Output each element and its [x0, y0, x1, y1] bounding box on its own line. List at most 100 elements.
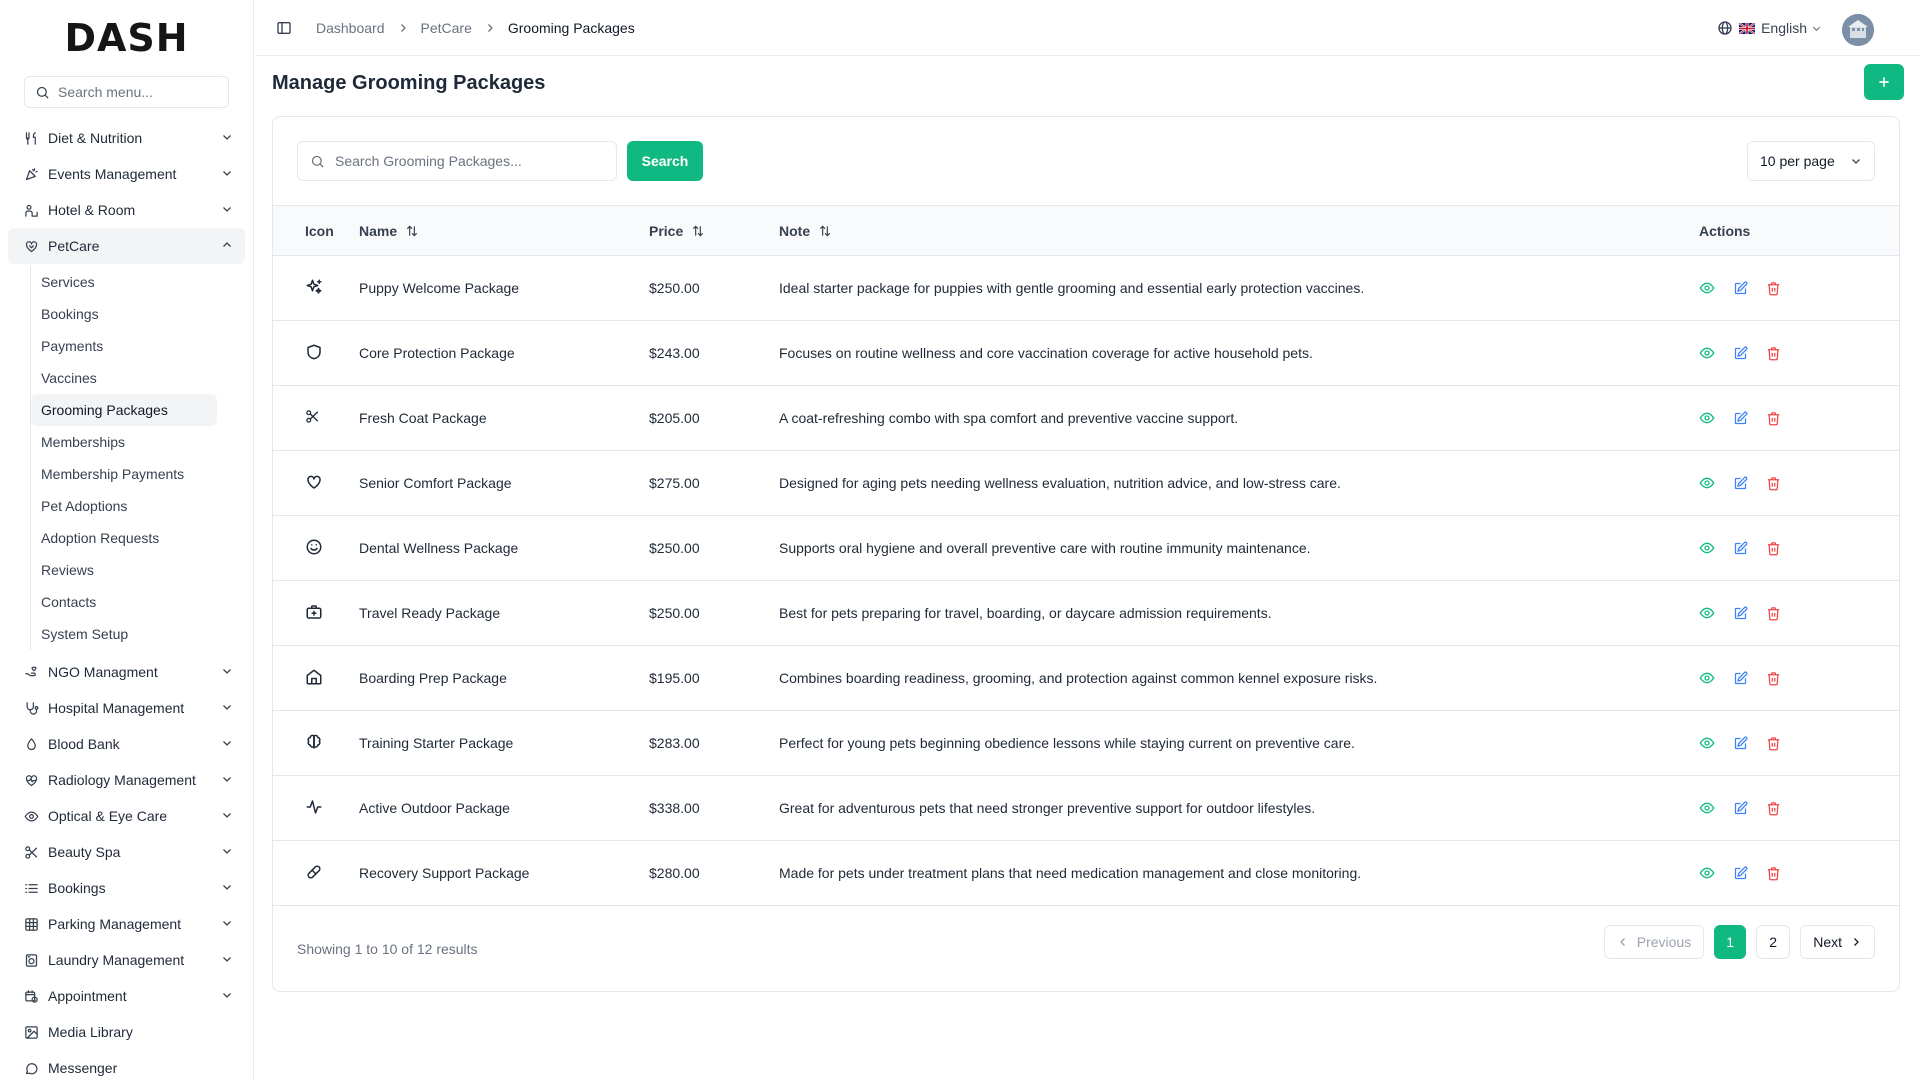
breadcrumb-dashboard[interactable]: Dashboard — [316, 20, 385, 36]
per-page-select[interactable]: 10 per page — [1747, 141, 1875, 181]
sidebar-item-diet-nutrition[interactable]: Diet & Nutrition — [8, 120, 245, 156]
delete-trash-icon[interactable] — [1766, 411, 1781, 426]
table-row: Dental Wellness Package $250.00 Supports… — [273, 516, 1899, 581]
previous-page-button[interactable]: Previous — [1603, 925, 1705, 959]
submenu-item-bookings[interactable]: Bookings — [31, 298, 217, 330]
package-note: A coat-refreshing combo with spa comfort… — [779, 410, 1239, 426]
delete-trash-icon[interactable] — [1766, 606, 1781, 621]
next-page-button[interactable]: Next — [1800, 925, 1875, 959]
search-icon — [35, 85, 50, 100]
submenu-item-vaccines[interactable]: Vaccines — [31, 362, 217, 394]
sidebar-item-optical-eye-care[interactable]: Optical & Eye Care — [8, 798, 245, 834]
view-eye-icon[interactable] — [1699, 670, 1715, 686]
delete-trash-icon[interactable] — [1766, 866, 1781, 881]
package-price: $250.00 — [649, 540, 700, 556]
view-eye-icon[interactable] — [1699, 410, 1715, 426]
sidebar-item-label: NGO Managment — [48, 664, 158, 680]
brain-icon — [305, 733, 323, 751]
package-name: Puppy Welcome Package — [359, 280, 520, 296]
edit-icon[interactable] — [1733, 801, 1748, 816]
submenu-item-system-setup[interactable]: System Setup — [31, 618, 217, 650]
edit-icon[interactable] — [1733, 346, 1748, 361]
submenu-item-memberships[interactable]: Memberships — [31, 426, 217, 458]
table-row: Senior Comfort Package $275.00 Designed … — [273, 451, 1899, 516]
sidebar-item-radiology-management[interactable]: Radiology Management — [8, 762, 245, 798]
delete-trash-icon[interactable] — [1766, 476, 1781, 491]
sort-icon[interactable] — [818, 224, 832, 238]
submenu-item-pet-adoptions[interactable]: Pet Adoptions — [31, 490, 217, 522]
breadcrumb-current: Grooming Packages — [507, 19, 635, 36]
sidebar-item-blood-bank[interactable]: Blood Bank — [8, 726, 245, 762]
breadcrumb: Dashboard PetCare Grooming Packages — [316, 20, 635, 36]
sidebar-item-beauty-spa[interactable]: Beauty Spa — [8, 834, 245, 870]
sidebar-search-input[interactable]: Search menu... — [24, 76, 229, 108]
view-eye-icon[interactable] — [1699, 345, 1715, 361]
packages-card: Search 10 per page Icon Name Price — [272, 116, 1900, 992]
delete-trash-icon[interactable] — [1766, 801, 1781, 816]
column-header-note[interactable]: Note — [779, 206, 1699, 256]
sidebar-toggle-icon[interactable] — [276, 20, 292, 36]
edit-icon[interactable] — [1733, 411, 1748, 426]
submenu-item-services[interactable]: Services — [31, 266, 217, 298]
view-eye-icon[interactable] — [1699, 605, 1715, 621]
user-avatar[interactable] — [1842, 14, 1874, 46]
globe-icon — [1717, 20, 1733, 36]
table-row: Training Starter Package $283.00 Perfect… — [273, 711, 1899, 776]
view-eye-icon[interactable] — [1699, 540, 1715, 556]
column-header-price[interactable]: Price — [649, 206, 779, 256]
package-search-input[interactable] — [335, 153, 595, 169]
sort-icon[interactable] — [691, 224, 705, 238]
delete-trash-icon[interactable] — [1766, 671, 1781, 686]
edit-icon[interactable] — [1733, 281, 1748, 296]
sidebar-item-bookings[interactable]: Bookings — [8, 870, 245, 906]
edit-icon[interactable] — [1733, 541, 1748, 556]
submenu-item-payments[interactable]: Payments — [31, 330, 217, 362]
sort-icon[interactable] — [405, 224, 419, 238]
sidebar-item-events-management[interactable]: Events Management — [8, 156, 245, 192]
submenu-item-contacts[interactable]: Contacts — [31, 586, 217, 618]
sidebar-item-ngo-managment[interactable]: NGO Managment — [8, 654, 245, 690]
sidebar-item-hospital-management[interactable]: Hospital Management — [8, 690, 245, 726]
page-2-button[interactable]: 2 — [1756, 925, 1791, 959]
view-eye-icon[interactable] — [1699, 280, 1715, 296]
heart-icon — [305, 473, 323, 491]
package-search-field[interactable] — [297, 141, 617, 181]
language-selector[interactable]: English — [1717, 20, 1822, 36]
add-package-button[interactable] — [1864, 64, 1904, 100]
search-button[interactable]: Search — [627, 141, 703, 181]
table-row: Fresh Coat Package $205.00 A coat-refres… — [273, 386, 1899, 451]
sidebar-item-media-library[interactable]: Media Library — [8, 1014, 245, 1050]
view-eye-icon[interactable] — [1699, 865, 1715, 881]
sidebar-item-messenger[interactable]: Messenger — [8, 1050, 245, 1080]
submenu-item-reviews[interactable]: Reviews — [31, 554, 217, 586]
plus-icon — [1876, 74, 1892, 90]
delete-trash-icon[interactable] — [1766, 281, 1781, 296]
edit-icon[interactable] — [1733, 606, 1748, 621]
delete-trash-icon[interactable] — [1766, 541, 1781, 556]
edit-icon[interactable] — [1733, 866, 1748, 881]
edit-icon[interactable] — [1733, 476, 1748, 491]
submenu-item-membership-payments[interactable]: Membership Payments — [31, 458, 217, 490]
page-1-button[interactable]: 1 — [1714, 925, 1747, 959]
package-price: $205.00 — [649, 410, 700, 426]
sidebar-item-hotel-room[interactable]: Hotel & Room — [8, 192, 245, 228]
view-eye-icon[interactable] — [1699, 800, 1715, 816]
edit-icon[interactable] — [1733, 736, 1748, 751]
submenu-item-adoption-requests[interactable]: Adoption Requests — [31, 522, 217, 554]
breadcrumb-petcare[interactable]: PetCare — [421, 20, 472, 36]
sidebar-item-laundry-management[interactable]: Laundry Management — [8, 942, 245, 978]
package-note: Best for pets preparing for travel, boar… — [779, 605, 1272, 621]
submenu-item-grooming-packages[interactable]: Grooming Packages — [31, 394, 217, 426]
column-header-name[interactable]: Name — [359, 206, 649, 256]
delete-trash-icon[interactable] — [1766, 346, 1781, 361]
sidebar-item-petcare[interactable]: PetCare — [8, 228, 245, 264]
calendar-clock-icon — [24, 989, 40, 1004]
sidebar-item-parking-management[interactable]: Parking Management — [8, 906, 245, 942]
utensils-icon — [24, 131, 40, 146]
logo[interactable]: DASH — [0, 0, 253, 76]
edit-icon[interactable] — [1733, 671, 1748, 686]
view-eye-icon[interactable] — [1699, 735, 1715, 751]
sidebar-item-appointment[interactable]: Appointment — [8, 978, 245, 1014]
view-eye-icon[interactable] — [1699, 475, 1715, 491]
delete-trash-icon[interactable] — [1766, 736, 1781, 751]
